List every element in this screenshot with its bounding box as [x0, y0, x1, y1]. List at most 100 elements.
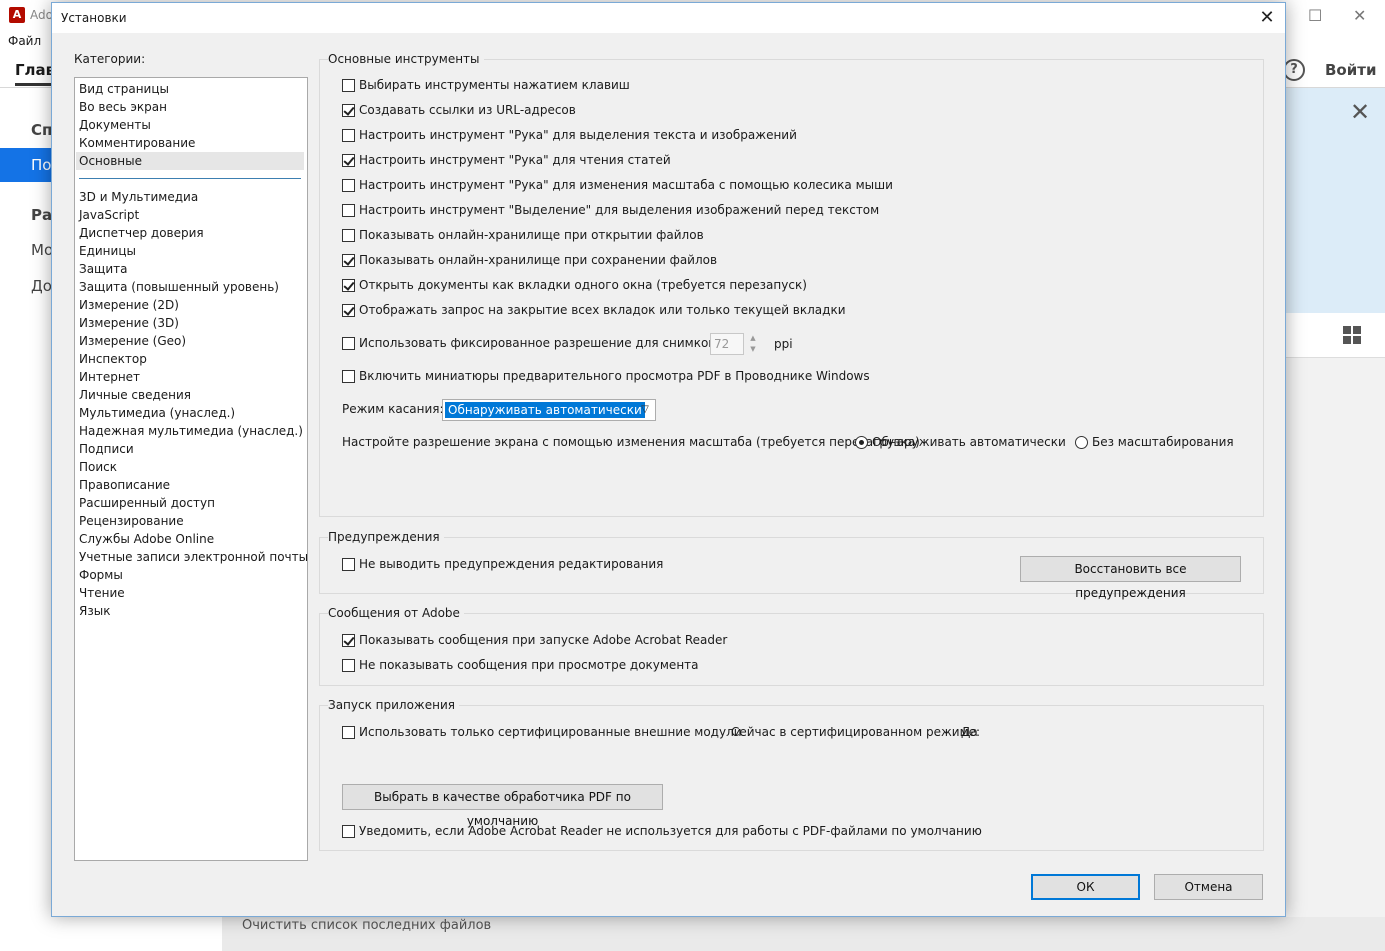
- category-item[interactable]: Защита (повышенный уровень): [79, 278, 279, 296]
- category-item[interactable]: Единицы: [79, 242, 136, 260]
- category-item-selected[interactable]: Основные: [76, 152, 304, 170]
- category-item[interactable]: Надежная мультимедиа (унаслед.): [79, 422, 303, 440]
- checkbox-icon[interactable]: [342, 203, 355, 217]
- checkbox-checked-icon[interactable]: [342, 253, 355, 267]
- category-item[interactable]: Расширенный доступ: [79, 494, 215, 512]
- reset-warnings-button[interactable]: Восстановить все предупреждения: [1020, 556, 1241, 600]
- category-item[interactable]: Учетные записи электронной почты: [79, 548, 308, 566]
- maximize-icon[interactable]: ☐: [1308, 6, 1322, 25]
- left-item-0[interactable]: Сп: [31, 121, 52, 139]
- cancel-button[interactable]: Отмена: [1154, 874, 1263, 900]
- categories-list[interactable]: Вид страницы Во весь экран Документы Ком…: [74, 77, 308, 861]
- checkbox-checked-icon[interactable]: [342, 153, 355, 167]
- category-item[interactable]: Измерение (3D): [79, 314, 179, 332]
- ok-button[interactable]: ОК: [1031, 874, 1140, 900]
- category-item[interactable]: Вид страницы: [79, 80, 169, 98]
- left-item-2[interactable]: Ра: [31, 206, 52, 224]
- left-item-1[interactable]: По: [31, 156, 51, 174]
- fixed-resolution-checkbox[interactable]: Использовать фиксированное разрешение дл…: [342, 336, 719, 350]
- checkbox-icon[interactable]: [342, 228, 355, 242]
- basic-option-checkbox[interactable]: Настроить инструмент "Рука" для чтения с…: [342, 153, 671, 167]
- option-label: Создавать ссылки из URL-адресов: [359, 103, 576, 117]
- checkbox-icon[interactable]: [342, 557, 355, 571]
- touch-mode-select[interactable]: Обнаруживать автоматически ▽: [442, 399, 656, 421]
- dialog-close-icon[interactable]: ✕: [1257, 6, 1277, 30]
- checkbox-icon[interactable]: [342, 178, 355, 192]
- checkbox-checked-icon[interactable]: [342, 303, 355, 317]
- notify-default-checkbox[interactable]: Уведомить, если Adobe Acrobat Reader не …: [342, 824, 982, 838]
- checkbox-icon[interactable]: [342, 725, 355, 739]
- scaling-none-radio[interactable]: Без масштабирования: [1075, 435, 1234, 449]
- category-item[interactable]: Подписи: [79, 440, 134, 458]
- menu-file[interactable]: Файл: [8, 34, 41, 48]
- category-item[interactable]: Измерение (2D): [79, 296, 179, 314]
- certified-only-checkbox[interactable]: Использовать только сертифицированные вн…: [342, 725, 742, 739]
- basic-option-checkbox[interactable]: Отображать запрос на закрытие всех вклад…: [342, 303, 846, 317]
- category-item[interactable]: JavaScript: [79, 206, 139, 224]
- basic-option-checkbox[interactable]: Показывать онлайн-хранилище при сохранен…: [342, 253, 717, 267]
- chevron-down-icon[interactable]: ▽: [639, 402, 651, 418]
- show-launch-messages-checkbox[interactable]: Показывать сообщения при запуске Adobe A…: [342, 633, 727, 647]
- grid-view-icon[interactable]: [1343, 326, 1361, 344]
- sign-in-button[interactable]: Войти: [1325, 61, 1376, 79]
- no-edit-warnings-checkbox[interactable]: Не выводить предупреждения редактировани…: [342, 557, 663, 571]
- category-item[interactable]: Службы Adobe Online: [79, 530, 214, 548]
- checkbox-icon[interactable]: [342, 128, 355, 142]
- basic-option-checkbox[interactable]: Создавать ссылки из URL-адресов: [342, 103, 576, 117]
- dialog-title: Установки: [61, 11, 127, 25]
- category-item[interactable]: Личные сведения: [79, 386, 191, 404]
- option-label: Настроить инструмент "Рука" для выделени…: [359, 128, 797, 142]
- resolution-input[interactable]: 72: [710, 333, 744, 355]
- clear-recent-files-link[interactable]: Очистить список последних файлов: [242, 918, 491, 933]
- category-item[interactable]: Документы: [79, 116, 151, 134]
- help-icon[interactable]: ?: [1283, 59, 1305, 81]
- category-item[interactable]: Измерение (Geo): [79, 332, 186, 350]
- hide-view-messages-checkbox[interactable]: Не показывать сообщения при просмотре до…: [342, 658, 699, 672]
- tab-home[interactable]: Глав: [15, 61, 56, 86]
- category-item[interactable]: Мультимедиа (унаслед.): [79, 404, 235, 422]
- default-handler-button[interactable]: Выбрать в качестве обработчика PDF по ум…: [342, 784, 663, 828]
- category-item[interactable]: Правописание: [79, 476, 170, 494]
- category-item[interactable]: Во весь экран: [79, 98, 167, 116]
- radio-selected-icon[interactable]: [855, 435, 868, 449]
- left-item-3[interactable]: Мо: [31, 241, 53, 259]
- window-close-icon[interactable]: ✕: [1353, 6, 1366, 25]
- category-item[interactable]: Комментирование: [79, 134, 195, 152]
- category-item[interactable]: 3D и Мультимедиа: [79, 188, 198, 206]
- checkbox-icon[interactable]: [342, 369, 355, 383]
- option-label: Настроить инструмент "Рука" для чтения с…: [359, 153, 671, 167]
- category-item[interactable]: Формы: [79, 566, 123, 584]
- resolution-stepper[interactable]: 72 ▲ ▼: [710, 333, 762, 355]
- acrobat-logo-icon: A: [9, 7, 25, 23]
- basic-option-checkbox[interactable]: Настроить инструмент "Рука" для изменени…: [342, 178, 893, 192]
- radio-icon[interactable]: [1075, 435, 1088, 449]
- stepper-down-icon[interactable]: ▼: [746, 344, 760, 355]
- checkbox-checked-icon[interactable]: [342, 278, 355, 292]
- stepper-up-icon[interactable]: ▲: [746, 333, 760, 344]
- checkbox-checked-icon[interactable]: [342, 103, 355, 117]
- category-item[interactable]: Инспектор: [79, 350, 147, 368]
- checkbox-icon[interactable]: [342, 824, 355, 838]
- checkbox-icon[interactable]: [342, 78, 355, 92]
- left-item-4[interactable]: До: [31, 277, 52, 295]
- checkbox-checked-icon[interactable]: [342, 633, 355, 647]
- certified-mode-label: Сейчас в сертифицированном режиме:: [731, 725, 981, 739]
- category-item[interactable]: Защита: [79, 260, 128, 278]
- category-item[interactable]: Язык: [79, 602, 110, 620]
- category-item[interactable]: Диспетчер доверия: [79, 224, 204, 242]
- basic-option-checkbox[interactable]: Показывать онлайн-хранилище при открытии…: [342, 228, 704, 242]
- checkbox-icon[interactable]: [342, 336, 355, 350]
- category-item[interactable]: Чтение: [79, 584, 125, 602]
- category-item[interactable]: Рецензирование: [79, 512, 184, 530]
- panel-close-icon[interactable]: ✕: [1350, 98, 1370, 126]
- checkbox-icon[interactable]: [342, 658, 355, 672]
- category-item[interactable]: Интернет: [79, 368, 140, 386]
- thumbnails-checkbox[interactable]: Включить миниатюры предварительного прос…: [342, 369, 870, 383]
- warnings-title: Предупреждения: [328, 530, 444, 544]
- category-item[interactable]: Поиск: [79, 458, 117, 476]
- basic-option-checkbox[interactable]: Выбирать инструменты нажатием клавиш: [342, 78, 630, 92]
- basic-option-checkbox[interactable]: Открыть документы как вкладки одного окн…: [342, 278, 807, 292]
- basic-option-checkbox[interactable]: Настроить инструмент "Выделение" для выд…: [342, 203, 879, 217]
- scaling-auto-radio[interactable]: Обнаруживать автоматически: [855, 435, 1066, 449]
- basic-option-checkbox[interactable]: Настроить инструмент "Рука" для выделени…: [342, 128, 797, 142]
